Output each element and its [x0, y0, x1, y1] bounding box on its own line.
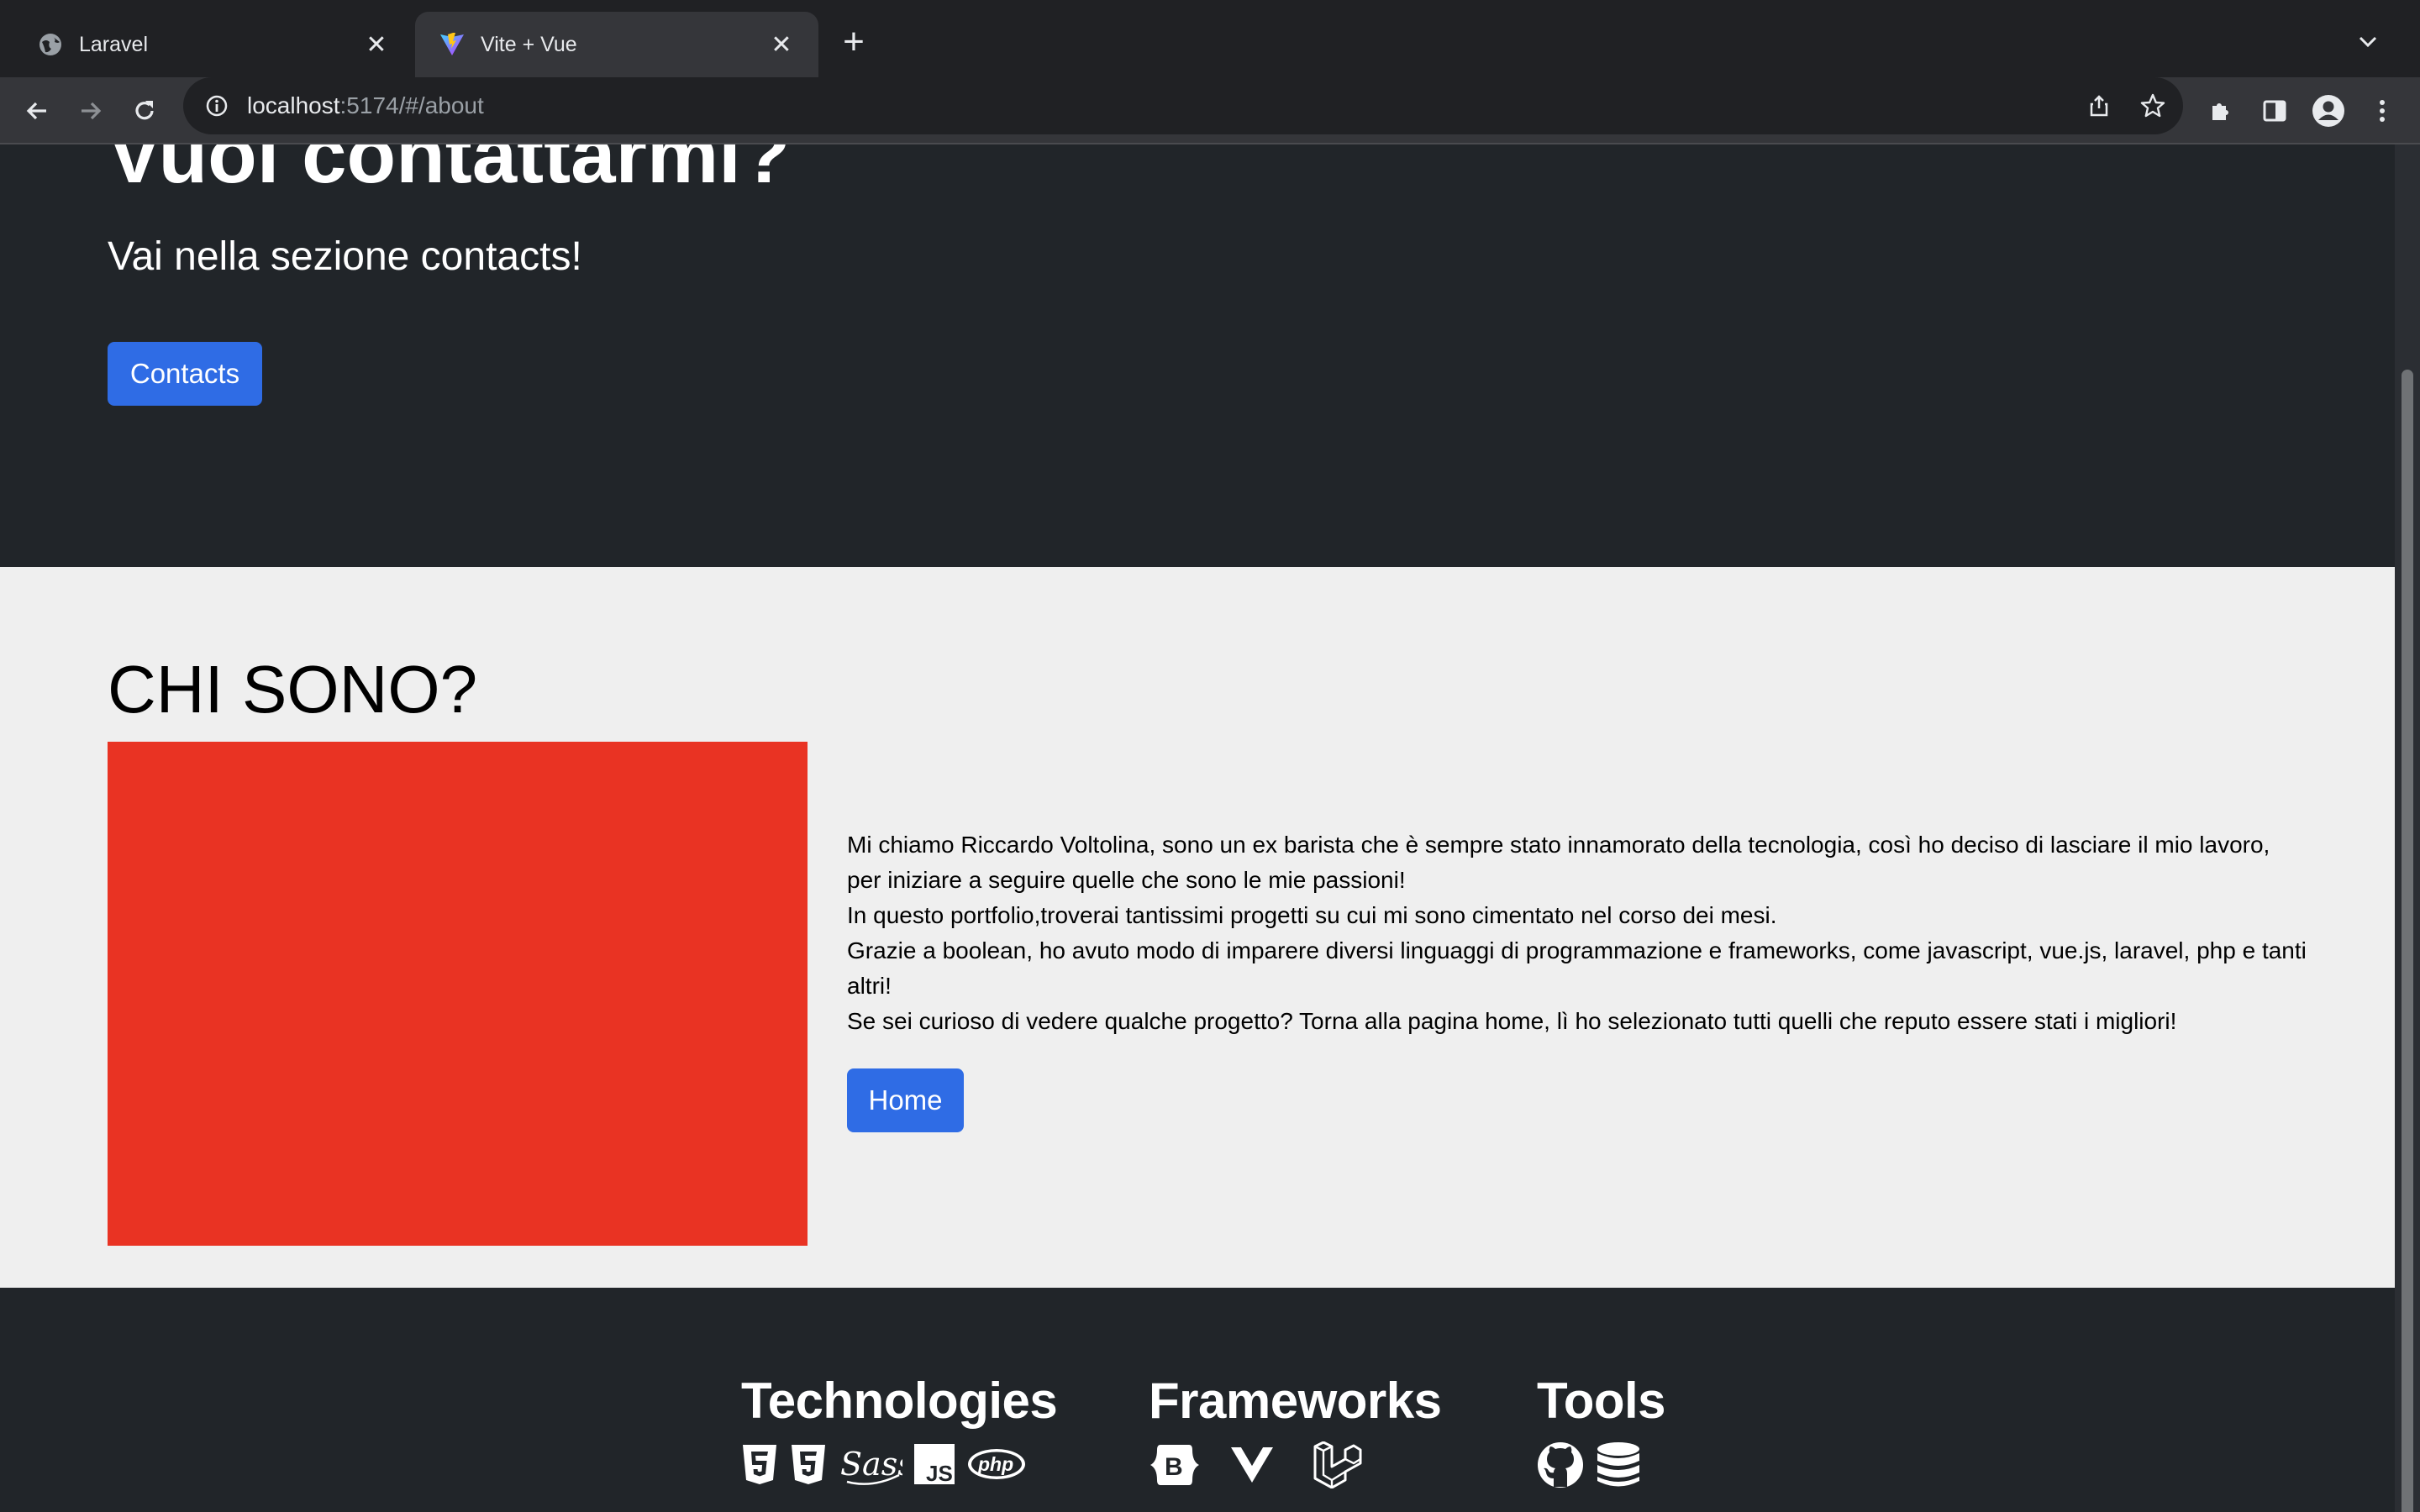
frameworks-heading: Frameworks: [1149, 1373, 1442, 1429]
url-path: :5174/#/about: [339, 92, 484, 118]
tools-heading: Tools: [1537, 1373, 1666, 1429]
tab-title: Vite + Vue: [481, 32, 577, 56]
technologies-column: Technologies Sass JS php: [741, 1372, 1058, 1487]
address-bar[interactable]: localhost:5174/#/about: [183, 77, 2183, 134]
close-tab-icon[interactable]: ✕: [363, 31, 390, 59]
browser-tab-bar: Laravel ✕ Vite + Vue ✕ +: [0, 0, 2420, 77]
site-info-icon[interactable]: [202, 91, 232, 121]
side-panel-icon[interactable]: [2253, 89, 2296, 133]
laravel-icon[interactable]: [1312, 1441, 1362, 1488]
url-host: localhost: [247, 92, 340, 118]
tab-vite-vue[interactable]: Vite + Vue ✕: [415, 12, 818, 77]
about-title: CHI SONO?: [108, 652, 478, 727]
bootstrap-icon[interactable]: B: [1149, 1443, 1201, 1487]
vue-icon[interactable]: [1229, 1446, 1275, 1484]
about-text: Mi chiamo Riccardo Voltolina, sono un ex…: [847, 827, 2309, 1039]
html5-icon[interactable]: [741, 1443, 778, 1485]
css3-icon[interactable]: [790, 1443, 827, 1485]
about-paragraph: Mi chiamo Riccardo Voltolina, sono un ex…: [847, 832, 2270, 893]
scrollbar-thumb[interactable]: [2402, 370, 2413, 1512]
profile-image-placeholder: [108, 742, 808, 1246]
url-text: localhost:5174/#/about: [247, 92, 484, 119]
page-viewport: Vuoi contattarmi? Vai nella sezione cont…: [0, 144, 2420, 1512]
reload-icon[interactable]: [123, 89, 166, 133]
frameworks-column: Frameworks B: [1149, 1372, 1442, 1488]
share-icon[interactable]: [2077, 77, 2121, 134]
forward-icon[interactable]: [69, 89, 113, 133]
site-footer: Technologies Sass JS php Fr: [0, 1288, 2395, 1512]
about-paragraph: Se sei curioso di vedere qualche progett…: [847, 1008, 2177, 1034]
hero-title: Vuoi contattarmi?: [108, 144, 791, 200]
bookmark-star-icon[interactable]: [2131, 77, 2175, 134]
globe-icon: [37, 31, 64, 58]
extensions-icon[interactable]: [2199, 89, 2243, 133]
page-scrollbar[interactable]: [2395, 144, 2420, 1512]
svg-text:B: B: [1165, 1453, 1183, 1481]
profile-avatar-icon[interactable]: [2307, 89, 2350, 133]
php-icon[interactable]: php: [966, 1447, 1027, 1481]
back-icon[interactable]: [15, 89, 59, 133]
github-icon[interactable]: [1537, 1441, 1584, 1488]
contacts-button[interactable]: Contacts: [108, 342, 262, 406]
tools-column: Tools: [1537, 1372, 1666, 1488]
close-tab-icon[interactable]: ✕: [768, 31, 795, 59]
about-paragraph: In questo portfolio,troverai tantissimi …: [847, 902, 1777, 928]
hero-subtitle: Vai nella sezione contacts!: [108, 234, 582, 279]
tab-title: Laravel: [79, 32, 148, 56]
about-paragraph: Grazie a boolean, ho avuto modo di impar…: [847, 937, 2307, 999]
menu-kebab-icon[interactable]: [2360, 89, 2404, 133]
tab-search-icon[interactable]: [2349, 24, 2386, 60]
vite-logo-icon: [439, 31, 466, 58]
database-icon[interactable]: [1596, 1441, 1641, 1488]
svg-text:JS: JS: [926, 1461, 953, 1484]
new-tab-button[interactable]: +: [832, 20, 876, 64]
tab-laravel[interactable]: Laravel ✕: [13, 12, 413, 77]
javascript-icon[interactable]: JS: [914, 1444, 955, 1484]
contact-hero-section: Vuoi contattarmi? Vai nella sezione cont…: [0, 144, 2395, 567]
sass-icon[interactable]: Sass: [839, 1441, 902, 1487]
about-section: CHI SONO? Mi chiamo Riccardo Voltolina, …: [0, 567, 2395, 1288]
technologies-heading: Technologies: [741, 1373, 1058, 1429]
svg-text:php: php: [977, 1453, 1013, 1475]
home-button[interactable]: Home: [847, 1068, 964, 1132]
